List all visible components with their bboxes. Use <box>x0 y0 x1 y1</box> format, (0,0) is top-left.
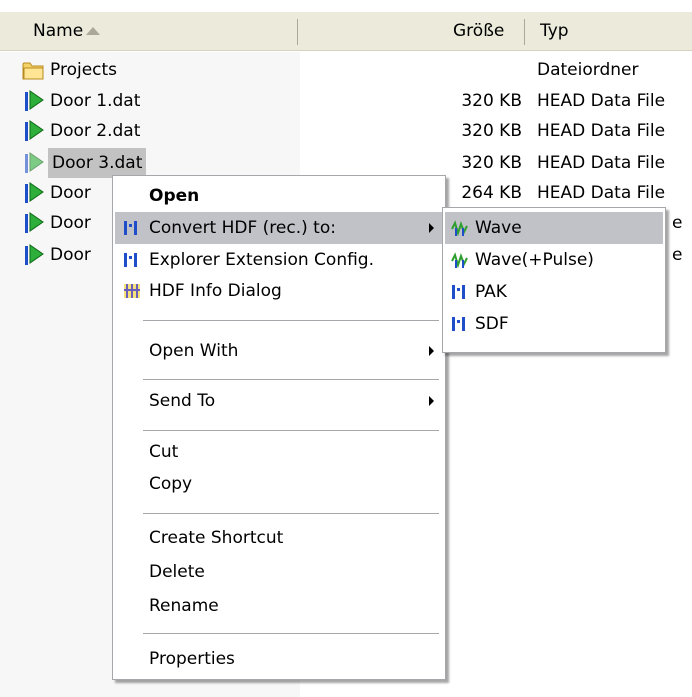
head-data-file-icon <box>25 244 44 265</box>
menu-separator <box>143 320 439 321</box>
menu-item-cut[interactable]: Cut <box>115 436 443 468</box>
column-name-label: Name <box>33 21 84 41</box>
menu-item-label: Convert HDF (rec.) to: <box>149 218 336 238</box>
menu-item-create-shortcut[interactable]: Create Shortcut <box>115 522 443 554</box>
hdf-icon <box>452 285 465 299</box>
file-type: Dateiordner <box>537 60 639 80</box>
menu-separator <box>143 633 439 634</box>
wave-icon <box>451 220 468 236</box>
menu-item-label: Wave <box>475 218 522 238</box>
head-data-file-icon <box>25 182 44 203</box>
hdf-icon <box>124 221 137 235</box>
menu-item-properties[interactable]: Properties <box>115 643 443 675</box>
submenu-arrow-icon <box>429 346 434 356</box>
submenu-item-wave[interactable]: Wave <box>445 212 663 244</box>
file-type: HEAD Data File <box>537 121 666 141</box>
head-data-file-icon <box>25 152 44 173</box>
menu-separator <box>143 379 439 380</box>
list-item[interactable]: Door 1.dat 320 KB HEAD Data File <box>0 86 692 116</box>
menu-item-label: Open <box>149 186 200 206</box>
menu-item-open-with[interactable]: Open With <box>115 335 443 367</box>
menu-item-open[interactable]: Open <box>115 180 443 212</box>
file-size: 264 KB <box>461 183 522 203</box>
hdf-icon <box>452 317 465 331</box>
file-type: e <box>672 213 683 233</box>
head-data-file-icon <box>25 212 44 233</box>
folder-icon <box>22 62 44 80</box>
column-type-header[interactable]: Typ <box>540 12 569 50</box>
menu-item-send-to[interactable]: Send To <box>115 385 443 417</box>
menu-item-label: Delete <box>149 562 205 582</box>
file-name: Projects <box>50 60 118 80</box>
submenu-item-sdf[interactable]: SDF <box>445 308 663 340</box>
menu-item-label: HDF Info Dialog <box>149 281 282 301</box>
file-size: 320 KB <box>461 121 522 141</box>
column-divider[interactable] <box>524 19 525 45</box>
list-item[interactable]: Door 2.dat 320 KB HEAD Data File <box>0 116 692 146</box>
file-name: Door 3.dat <box>48 148 147 178</box>
menu-item-explorer-extension-config[interactable]: Explorer Extension Config. <box>115 244 443 276</box>
file-name: Door <box>50 183 91 203</box>
hdf-info-icon <box>124 284 140 298</box>
menu-item-label: Cut <box>149 442 179 462</box>
submenu-item-wave-pulse[interactable]: Wave(+Pulse) <box>445 244 663 276</box>
menu-item-label: Open With <box>149 341 239 361</box>
menu-item-label: Create Shortcut <box>149 528 284 548</box>
file-type: HEAD Data File <box>537 153 666 173</box>
file-type: HEAD Data File <box>537 183 666 203</box>
menu-item-delete[interactable]: Delete <box>115 556 443 588</box>
menu-item-label: Properties <box>149 649 235 669</box>
menu-item-label: PAK <box>475 282 507 302</box>
column-type-label: Typ <box>540 21 569 41</box>
column-header: Name Größe Typ <box>0 12 692 51</box>
file-type: e <box>672 245 683 265</box>
file-name: Door 2.dat <box>50 121 141 141</box>
menu-item-copy[interactable]: Copy <box>115 468 443 500</box>
file-name: Door 1.dat <box>50 91 141 111</box>
list-item-selected[interactable]: Door 3.dat 320 KB HEAD Data File <box>0 148 692 178</box>
list-item[interactable]: Projects Dateiordner <box>0 55 692 85</box>
submenu-arrow-icon <box>429 223 434 233</box>
head-data-file-icon <box>25 90 44 111</box>
menu-item-label: SDF <box>475 314 509 334</box>
column-size-label: Größe <box>453 21 505 41</box>
menu-item-convert-hdf[interactable]: Convert HDF (rec.) to: <box>115 212 443 244</box>
column-size-header[interactable]: Größe <box>453 12 504 50</box>
column-divider[interactable] <box>297 19 298 45</box>
context-menu: Open Convert HDF (rec.) to: Explorer Ext… <box>112 175 446 680</box>
menu-item-label: Wave(+Pulse) <box>475 250 594 270</box>
menu-item-label: Explorer Extension Config. <box>149 250 374 270</box>
head-data-file-icon <box>25 120 44 141</box>
menu-item-label: Rename <box>149 596 219 616</box>
submenu-item-pak[interactable]: PAK <box>445 276 663 308</box>
sort-ascending-icon <box>86 27 100 35</box>
menu-item-rename[interactable]: Rename <box>115 590 443 622</box>
menu-item-label: Copy <box>149 474 193 494</box>
column-name-header[interactable]: Name <box>33 12 83 50</box>
file-size: 320 KB <box>461 153 522 173</box>
file-name: Door <box>50 213 91 233</box>
submenu-arrow-icon <box>429 396 434 406</box>
file-type: HEAD Data File <box>537 91 666 111</box>
menu-separator <box>143 513 439 514</box>
convert-submenu: Wave Wave(+Pulse) PAK SDF <box>442 207 666 353</box>
menu-item-label: Send To <box>149 391 216 411</box>
menu-separator <box>143 430 439 431</box>
menu-item-hdf-info-dialog[interactable]: HDF Info Dialog <box>115 275 443 307</box>
file-name: Door <box>50 245 91 265</box>
file-size: 320 KB <box>461 91 522 111</box>
wave-pulse-icon <box>451 252 468 268</box>
hdf-icon <box>124 253 137 267</box>
